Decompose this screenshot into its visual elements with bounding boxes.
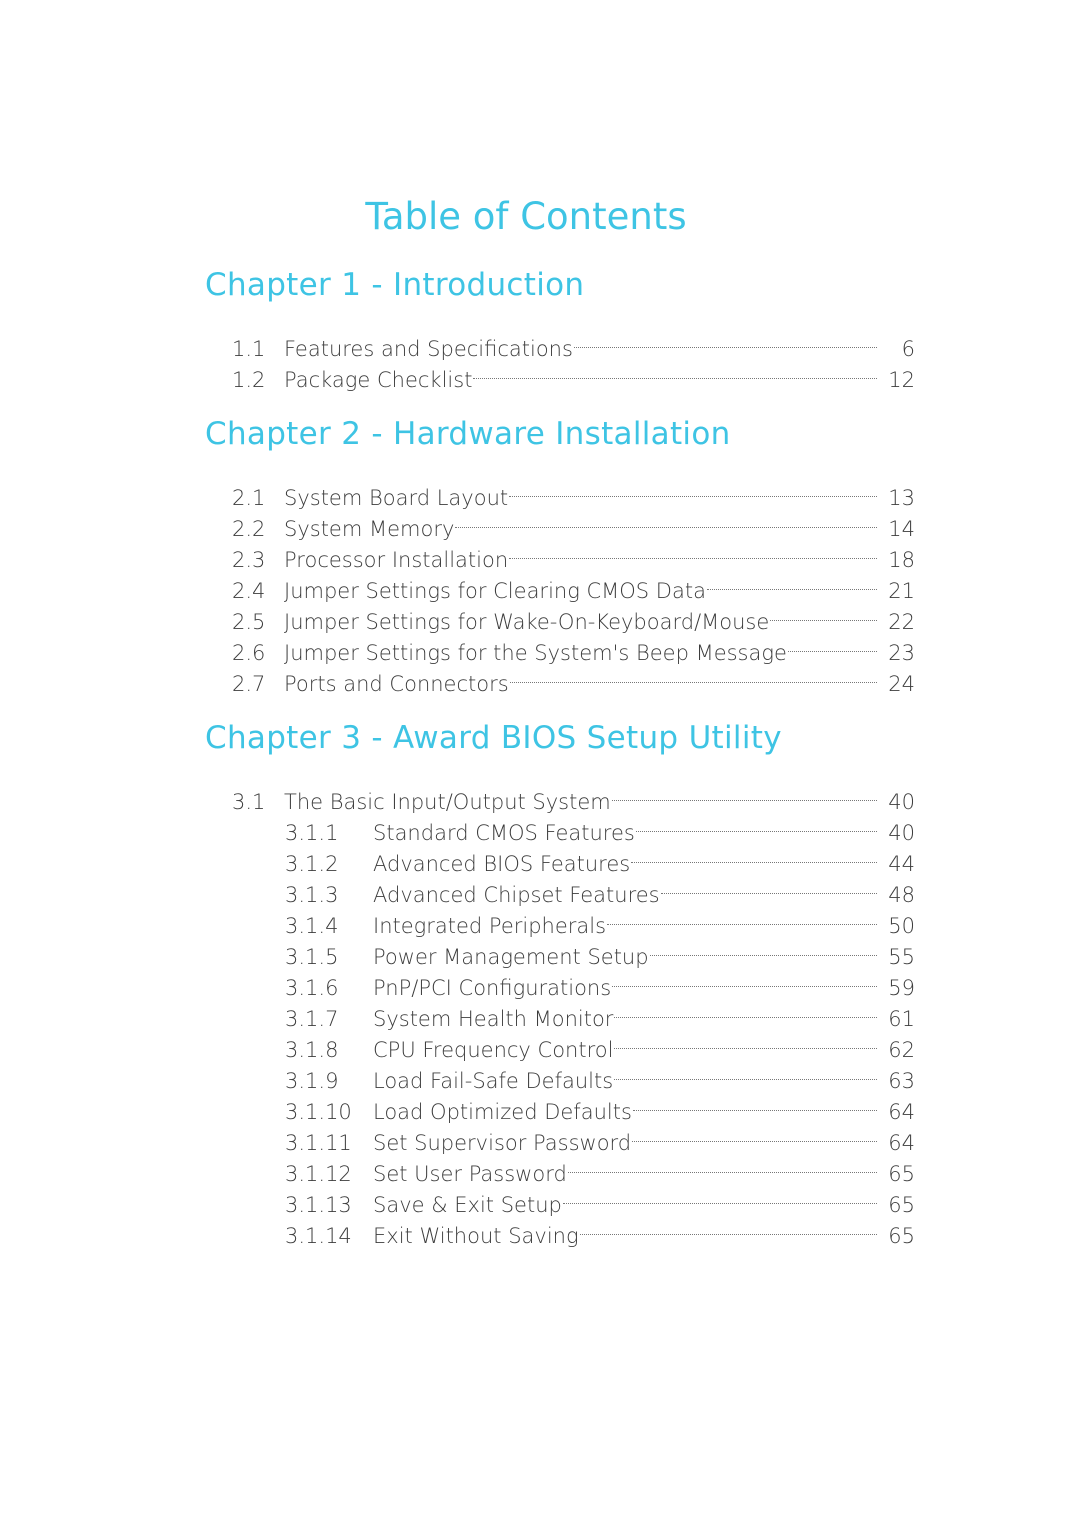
chapter-heading: Chapter 2 - Hardware Installation	[205, 416, 731, 452]
chapter-heading: Chapter 1 - Introduction	[205, 267, 585, 303]
section-title: Package Checklist	[284, 368, 473, 392]
dot-leader	[567, 1150, 877, 1181]
dot-leader	[632, 1088, 877, 1119]
dot-leader	[607, 902, 877, 933]
toc-list: 3.1 The Basic Input/Output System 40 3.1.1…	[205, 778, 915, 1248]
dot-leader	[614, 1026, 877, 1057]
toc-subentry[interactable]: 3.1.12 Set User Password 65	[205, 1150, 915, 1186]
toc-entry[interactable]: 3.1 The Basic Input/Output System 40	[205, 778, 915, 814]
dot-leader	[706, 567, 877, 598]
page-number: 12	[888, 368, 915, 392]
toc-subentry[interactable]: 3.1.6 PnP/PCI Configurations 59	[205, 964, 915, 1000]
toc-entry[interactable]: 2.4 Jumper Settings for Clearing CMOS Dat…	[205, 567, 915, 603]
page-title: Table of Contents	[365, 194, 687, 238]
toc-subentry[interactable]: 3.1.1 Standard CMOS Features 40	[205, 809, 915, 845]
dot-leader	[770, 598, 877, 629]
dot-leader	[562, 1181, 877, 1212]
dot-leader	[632, 1119, 877, 1150]
toc-subentry[interactable]: 3.1.14 Exit Without Saving 65	[205, 1212, 915, 1248]
chapter-2-section: Chapter 2 - Hardware Installation 2.1 Sys…	[205, 414, 915, 696]
toc-entry[interactable]: 1.2 Package Checklist 12	[205, 356, 915, 392]
toc-subentry[interactable]: 3.1.11 Set Supervisor Password 64	[205, 1119, 915, 1155]
toc-subentry[interactable]: 3.1.2 Advanced BIOS Features 44	[205, 840, 915, 876]
toc-subentry[interactable]: 3.1.4 Integrated Peripherals 50	[205, 902, 915, 938]
dot-leader	[509, 660, 877, 691]
dot-leader	[649, 933, 877, 964]
toc-subentry[interactable]: 3.1.9 Load Fail-Safe Defaults 63	[205, 1057, 915, 1093]
section-number: 2.7	[232, 672, 266, 696]
toc-subentry[interactable]: 3.1.10 Load Optimized Defaults 64	[205, 1088, 915, 1124]
section-number: 1.2	[232, 368, 266, 392]
chapter-3-section: Chapter 3 - Award BIOS Setup Utility 3.1…	[205, 718, 915, 1248]
toc-entry[interactable]: 2.3 Processor Installation 18	[205, 536, 915, 572]
toc-entry[interactable]: 2.5 Jumper Settings for Wake-On-Keyboard/…	[205, 598, 915, 634]
dot-leader	[612, 964, 877, 995]
toc-entry[interactable]: 2.1 System Board Layout 13	[205, 474, 915, 510]
toc-subentry[interactable]: 3.1.13 Save & Exit Setup 65	[205, 1181, 915, 1217]
page-number: 65	[888, 1224, 915, 1248]
dot-leader	[509, 474, 877, 505]
dot-leader	[787, 629, 877, 660]
dot-leader	[614, 995, 877, 1026]
toc-subentry[interactable]: 3.1.5 Power Management Setup 55	[205, 933, 915, 969]
toc-list: 2.1 System Board Layout 13 2.2 System Memor…	[205, 474, 915, 696]
toc-entry[interactable]: 1.1 Features and Specifications 6	[205, 325, 915, 361]
dot-leader	[455, 505, 877, 536]
toc-entry[interactable]: 2.7 Ports and Connectors 24	[205, 660, 915, 696]
dot-leader	[509, 536, 877, 567]
toc-subentry[interactable]: 3.1.8 CPU Frequency Control 62	[205, 1026, 915, 1062]
dot-leader	[660, 871, 877, 902]
dot-leader	[573, 325, 877, 356]
toc-subentry[interactable]: 3.1.3 Advanced Chipset Features 48	[205, 871, 915, 907]
dot-leader	[579, 1212, 877, 1243]
dot-leader	[614, 1057, 877, 1088]
chapter-heading: Chapter 3 - Award BIOS Setup Utility	[205, 720, 782, 756]
toc-entry[interactable]: 2.2 System Memory 14	[205, 505, 915, 541]
chapter-1-section: Chapter 1 - Introduction 1.1 Features and…	[205, 265, 915, 392]
toc-entry[interactable]: 2.6 Jumper Settings for the System's Beep…	[205, 629, 915, 665]
toc-subentry[interactable]: 3.1.7 System Health Monitor 61	[205, 995, 915, 1031]
dot-leader	[635, 809, 877, 840]
dot-leader	[611, 778, 877, 809]
page-number: 24	[888, 672, 915, 696]
toc-list: 1.1 Features and Specifications 6 1.2 Packa…	[205, 325, 915, 392]
dot-leader	[631, 840, 877, 871]
dot-leader	[473, 356, 877, 387]
section-number: 3.1.14	[285, 1224, 352, 1248]
section-title: Ports and Connectors	[284, 672, 509, 696]
section-title: Exit Without Saving	[373, 1224, 579, 1248]
